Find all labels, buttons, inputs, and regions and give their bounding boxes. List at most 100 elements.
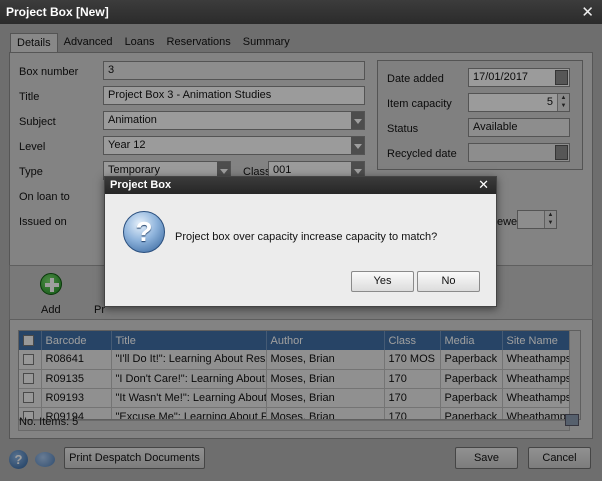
table-row[interactable]: R09194 "Excuse Me": Learning About Poli.…: [19, 407, 573, 419]
calendar-icon[interactable]: [555, 145, 568, 160]
item-capacity-stepper[interactable]: 5 ▲ ▼: [468, 93, 570, 112]
no-button[interactable]: No: [417, 271, 480, 292]
box-number-field[interactable]: 3: [103, 61, 365, 80]
barcode-cell: R08641: [41, 350, 112, 370]
title-field[interactable]: Project Box 3 - Animation Studies: [103, 86, 365, 105]
dialog-close-icon[interactable]: ✕: [478, 177, 489, 193]
status-label: Status: [387, 123, 419, 135]
tab-advanced[interactable]: Advanced: [58, 33, 119, 53]
help-icon[interactable]: ?: [9, 450, 28, 469]
tab-reservations[interactable]: Reservations: [161, 33, 237, 53]
add-icon[interactable]: [40, 273, 62, 295]
dialog-titlebar: Project Box ✕: [105, 177, 496, 194]
date-added-field[interactable]: 17/01/2017: [468, 68, 570, 87]
box-number-label: Box number: [19, 66, 79, 78]
row-checkbox[interactable]: [23, 373, 34, 385]
level-label: Level: [19, 141, 46, 153]
table-header-row: Barcode Title Author Class Media Site Na…: [19, 331, 573, 350]
media-cell: Paperback: [440, 369, 503, 389]
items-table: Barcode Title Author Class Media Site Na…: [18, 330, 581, 420]
class-cell: 170: [384, 388, 441, 408]
table-row[interactable]: R09193 "It Wasn't Me!": Learning About..…: [19, 388, 573, 408]
class-cell: 170 MOS: [384, 350, 441, 370]
column-header-title[interactable]: Title: [111, 331, 267, 350]
dialog-title: Project Box: [110, 179, 172, 191]
tab-bar: Details Advanced Loans Reservations Summ…: [10, 33, 296, 53]
column-header-media[interactable]: Media: [440, 331, 503, 350]
date-added-value: 17/01/2017: [473, 71, 529, 83]
cancel-button[interactable]: Cancel: [528, 447, 591, 469]
column-header-class[interactable]: Class: [384, 331, 441, 350]
on-loan-label: On loan to: [19, 191, 70, 203]
recycled-date-label: Recycled date: [387, 148, 457, 160]
calendar-icon[interactable]: [555, 70, 568, 85]
subject-label: Subject: [19, 116, 56, 128]
media-cell: Paperback: [440, 350, 503, 370]
type-value: Temporary: [108, 164, 160, 176]
row-checkbox-cell[interactable]: [19, 369, 42, 389]
level-value: Year 12: [108, 139, 146, 151]
class-cell: 170: [384, 407, 441, 419]
class-value: 001: [273, 164, 292, 176]
chevron-down-icon[interactable]: [351, 112, 364, 129]
window-title: Project Box [New]: [6, 5, 109, 19]
title-cell: "I Don't Care!": Learning About...: [111, 369, 267, 389]
row-checkbox[interactable]: [23, 353, 34, 365]
yes-button[interactable]: Yes: [351, 271, 414, 292]
table-row[interactable]: R09135 "I Don't Care!": Learning About..…: [19, 369, 573, 389]
select-all-checkbox[interactable]: [23, 335, 34, 347]
barcode-cell: R09135: [41, 369, 112, 389]
column-header-author[interactable]: Author: [266, 331, 385, 350]
question-icon: ?: [123, 211, 165, 253]
row-checkbox-cell[interactable]: [19, 350, 42, 370]
media-cell: Paperback: [440, 388, 503, 408]
spin-arrows-icon[interactable]: ▲ ▼: [544, 211, 556, 228]
title-cell: "Excuse Me": Learning About Poli...: [111, 407, 267, 419]
site-name-cell: Wheathampst: [502, 369, 573, 389]
add-button-label[interactable]: Add: [41, 304, 61, 316]
column-header-site-name[interactable]: Site Name: [502, 331, 573, 350]
save-button[interactable]: Save: [455, 447, 518, 469]
window-close-icon[interactable]: ✕: [581, 3, 594, 21]
spin-arrows-icon[interactable]: ▲ ▼: [557, 94, 569, 111]
items-count: No. Items: 5: [19, 416, 79, 428]
chat-icon[interactable]: [35, 452, 55, 467]
status-field: Available: [468, 118, 570, 137]
tab-summary[interactable]: Summary: [237, 33, 296, 53]
subject-dropdown[interactable]: Animation: [103, 111, 365, 130]
site-name-cell: Wheathampst: [502, 388, 573, 408]
author-cell: Moses, Brian: [266, 388, 385, 408]
table-vertical-scrollbar[interactable]: [569, 331, 580, 419]
confirm-dialog: Project Box ✕ ? Project box over capacit…: [104, 176, 497, 307]
tab-loans[interactable]: Loans: [119, 33, 161, 53]
print-despatch-button[interactable]: Print Despatch Documents: [64, 447, 205, 469]
row-checkbox[interactable]: [23, 392, 34, 404]
title-cell: "I'll Do It!": Learning About Resp...: [111, 350, 267, 370]
type-label: Type: [19, 166, 43, 178]
title-cell: "It Wasn't Me!": Learning About...: [111, 388, 267, 408]
level-dropdown[interactable]: Year 12: [103, 136, 365, 155]
recycled-date-field[interactable]: [468, 143, 570, 162]
site-name-cell: Wheathampst: [502, 350, 573, 370]
title-label: Title: [19, 91, 40, 103]
table-row[interactable]: R08641 "I'll Do It!": Learning About Res…: [19, 350, 573, 370]
chevron-down-icon[interactable]: [351, 137, 364, 154]
date-added-label: Date added: [387, 73, 444, 85]
class-cell: 170: [384, 369, 441, 389]
author-cell: Moses, Brian: [266, 350, 385, 370]
tab-details[interactable]: Details: [10, 33, 58, 53]
media-cell: Paperback: [440, 407, 503, 419]
site-name-cell: Wheathampst: [502, 407, 573, 419]
folder-icon[interactable]: [565, 414, 579, 426]
issued-on-label: Issued on: [19, 216, 67, 228]
dialog-message: Project box over capacity increase capac…: [175, 231, 438, 243]
row-checkbox-cell[interactable]: [19, 388, 42, 408]
subject-value: Animation: [108, 114, 157, 126]
column-header-barcode[interactable]: Barcode: [41, 331, 112, 350]
author-cell: Moses, Brian: [266, 407, 385, 419]
renewed-stepper[interactable]: ▲ ▼: [517, 210, 557, 229]
table-horizontal-scrollbar[interactable]: [18, 420, 570, 431]
select-all-header[interactable]: [19, 331, 42, 350]
item-capacity-value: 5: [546, 96, 553, 108]
barcode-cell: R09193: [41, 388, 112, 408]
